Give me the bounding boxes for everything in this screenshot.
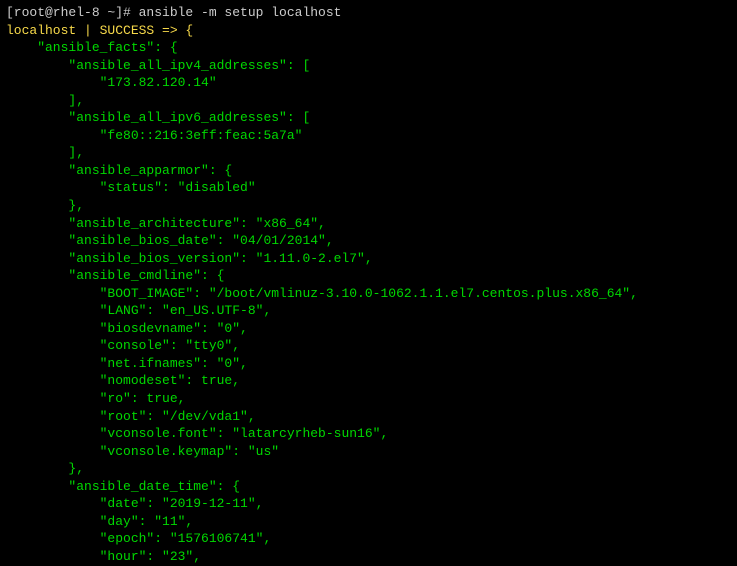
json-output-line: ], xyxy=(6,93,84,108)
json-output-line: "ansible_architecture": "x86_64", xyxy=(6,216,326,231)
json-output-line: "LANG": "en_US.UTF-8", xyxy=(6,303,271,318)
json-output-line: "day": "11", xyxy=(6,514,193,529)
json-output-line: ], xyxy=(6,145,84,160)
json-output-line: }, xyxy=(6,198,84,213)
json-output-line: "epoch": "1576106741", xyxy=(6,531,271,546)
json-output-line: "vconsole.font": "latarcyrheb-sun16", xyxy=(6,426,388,441)
json-output-line: "net.ifnames": "0", xyxy=(6,356,248,371)
ansible-success-header: localhost | SUCCESS => { xyxy=(6,23,193,38)
json-output-line: }, xyxy=(6,461,84,476)
json-output-line: "ansible_facts": { xyxy=(6,40,178,55)
json-output-line: "ansible_all_ipv6_addresses": [ xyxy=(6,110,310,125)
terminal-output[interactable]: [root@rhel-8 ~]# ansible -m setup localh… xyxy=(6,4,731,566)
json-output-line: "173.82.120.14" xyxy=(6,75,217,90)
json-output-line: "ansible_bios_date": "04/01/2014", xyxy=(6,233,334,248)
shell-prompt: [root@rhel-8 ~]# ansible -m setup localh… xyxy=(6,5,341,20)
json-output-line: "ansible_all_ipv4_addresses": [ xyxy=(6,58,310,73)
json-output-line: "ansible_bios_version": "1.11.0-2.el7", xyxy=(6,251,373,266)
json-output-line: "vconsole.keymap": "us" xyxy=(6,444,279,459)
json-output-line: "ansible_cmdline": { xyxy=(6,268,224,283)
json-output-line: "fe80::216:3eff:feac:5a7a" xyxy=(6,128,302,143)
json-output-line: "ansible_date_time": { xyxy=(6,479,240,494)
json-output-line: "console": "tty0", xyxy=(6,338,240,353)
json-output-line: "ro": true, xyxy=(6,391,185,406)
json-output-line: "hour": "23", xyxy=(6,549,201,564)
json-output-line: "ansible_apparmor": { xyxy=(6,163,232,178)
json-output-line: "root": "/dev/vda1", xyxy=(6,409,256,424)
json-output-line: "status": "disabled" xyxy=(6,180,256,195)
json-output-line: "nomodeset": true, xyxy=(6,373,240,388)
json-output-line: "biosdevname": "0", xyxy=(6,321,248,336)
json-output-line: "date": "2019-12-11", xyxy=(6,496,263,511)
json-output-line: "BOOT_IMAGE": "/boot/vmlinuz-3.10.0-1062… xyxy=(6,286,638,301)
